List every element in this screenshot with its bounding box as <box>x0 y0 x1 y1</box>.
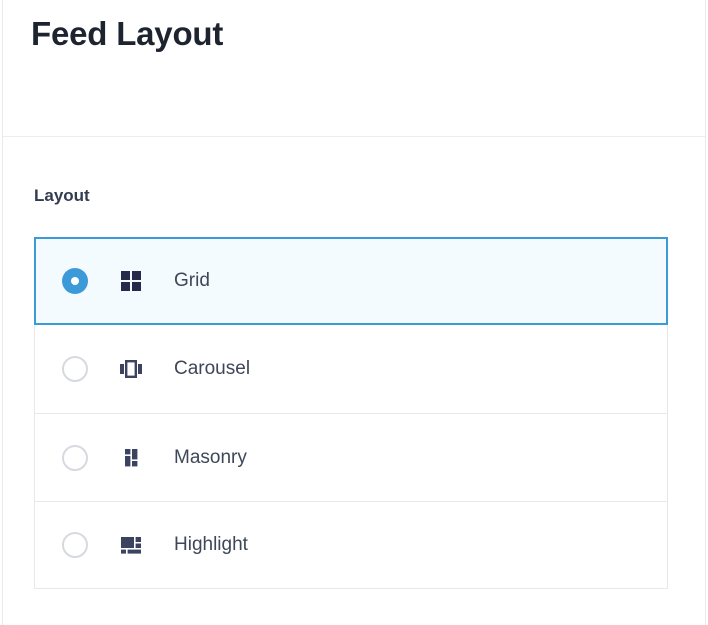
layout-option-list: Grid Carousel Masonry Highlight <box>34 237 668 589</box>
layout-option-label-masonry: Masonry <box>174 446 247 468</box>
settings-card: Feed Layout Layout Grid Carousel Masonry… <box>2 0 706 625</box>
grid-layout-icon <box>118 268 144 294</box>
radio-masonry[interactable] <box>62 444 88 471</box>
radio-carousel[interactable] <box>62 356 88 382</box>
layout-option-grid[interactable]: Grid <box>34 237 668 325</box>
card-body: Layout Grid Carousel Masonry Highlight <box>3 137 705 625</box>
layout-option-label-grid: Grid <box>174 270 210 291</box>
radio-grid[interactable] <box>62 268 88 294</box>
highlight-layout-icon <box>118 532 144 558</box>
layout-option-highlight[interactable]: Highlight <box>34 501 668 589</box>
layout-option-masonry[interactable]: Masonry <box>34 413 668 501</box>
feed-layout-page: Feed Layout Layout Grid Carousel Masonry… <box>0 0 708 625</box>
layout-option-carousel[interactable]: Carousel <box>34 325 668 413</box>
page-title: Feed Layout <box>31 15 224 52</box>
carousel-layout-icon <box>118 356 144 382</box>
masonry-layout-icon <box>118 445 144 471</box>
radio-highlight[interactable] <box>62 532 88 558</box>
layout-option-label-highlight: Highlight <box>174 534 248 555</box>
layout-field-label: Layout <box>34 186 90 205</box>
card-header: Feed Layout <box>3 0 705 137</box>
layout-option-label-carousel: Carousel <box>174 358 251 379</box>
